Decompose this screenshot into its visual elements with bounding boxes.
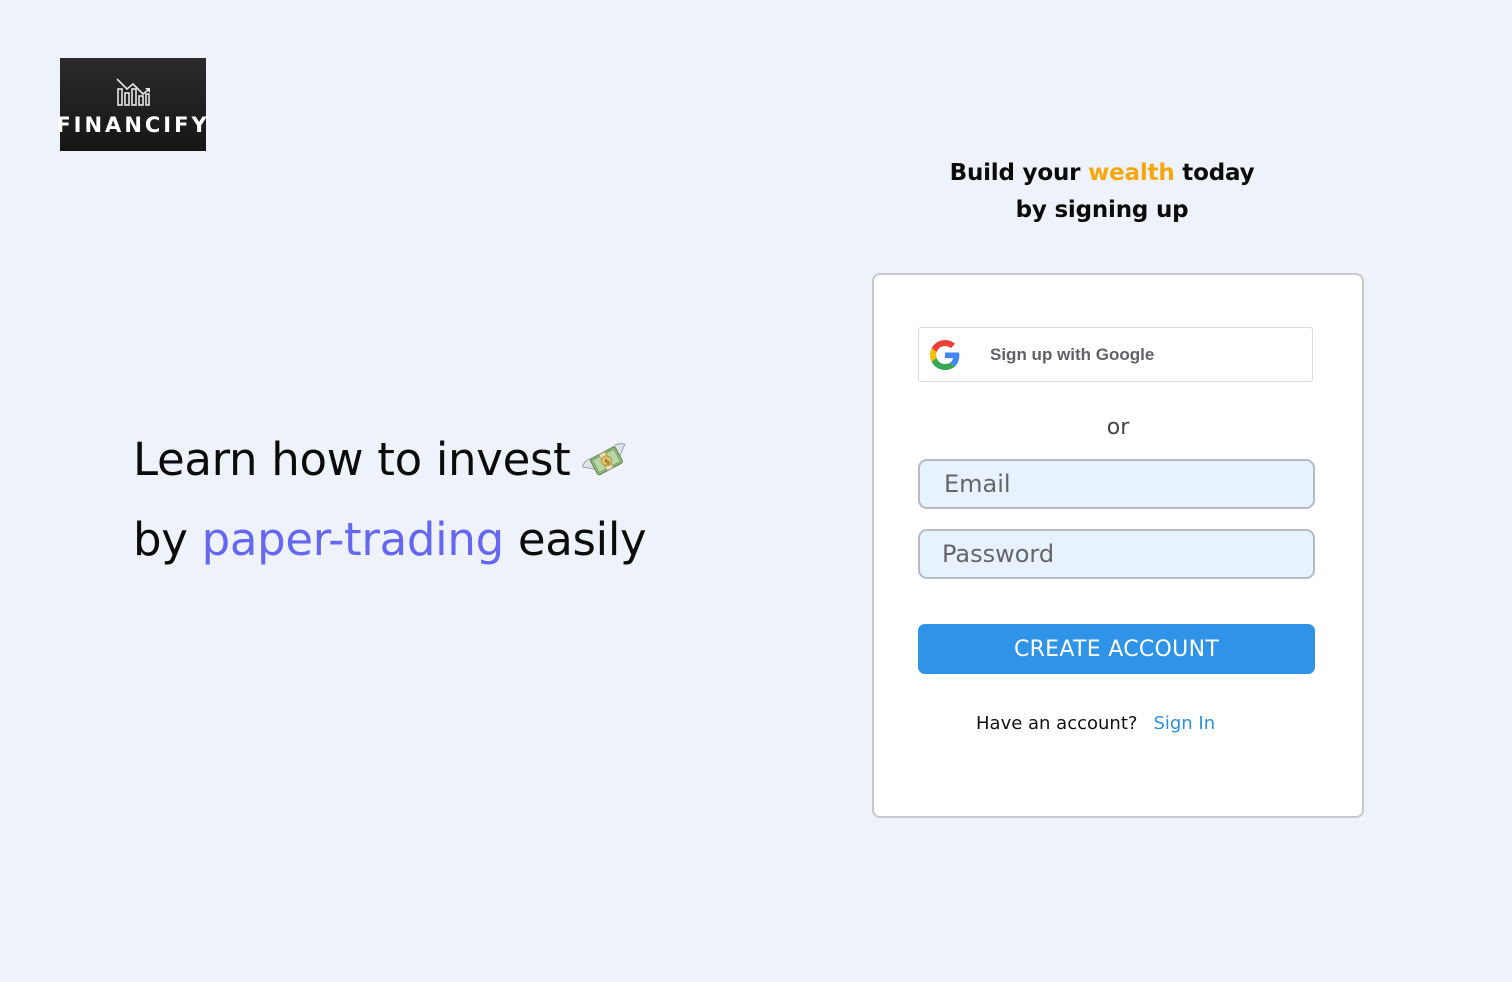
hero-accent-text: paper-trading (201, 513, 505, 566)
hero-line-1-text: Learn how to invest (133, 433, 571, 486)
signup-heading: Build your wealth today by signing up (900, 155, 1304, 229)
signup-heading-line-1: Build your wealth today (900, 155, 1304, 192)
financify-logo[interactable]: FINANCIFY (56, 58, 207, 151)
heading-prefix: Build your (949, 160, 1089, 186)
or-divider: or (1106, 415, 1130, 440)
email-input[interactable] (918, 459, 1315, 509)
chart-trend-icon (116, 78, 150, 106)
heading-suffix: today (1174, 160, 1255, 186)
hero-tagline: Learn how to invest $ by paper-trading e… (133, 424, 647, 576)
sign-in-link[interactable]: Sign In (1153, 713, 1215, 734)
hero-line-2: by paper-trading easily (133, 504, 647, 576)
hero-line-2-prefix: by (133, 513, 202, 566)
password-input[interactable] (918, 529, 1315, 579)
signin-prompt: Have an account? Sign In (976, 713, 1215, 734)
signup-page: FINANCIFY Learn how to invest $ by paper… (0, 0, 1512, 982)
heading-accent: wealth (1088, 160, 1175, 186)
google-signup-label: Sign up with Google (990, 344, 1155, 364)
money-with-wings-icon: $ (580, 432, 632, 504)
google-icon (930, 339, 960, 370)
signup-heading-line-2: by signing up (1015, 197, 1189, 223)
hero-line-1: Learn how to invest $ (133, 424, 646, 504)
have-account-text: Have an account? (976, 713, 1138, 734)
logo-text: FINANCIFY (56, 113, 210, 137)
create-account-button[interactable]: CREATE ACCOUNT (918, 624, 1315, 674)
hero-line-2-suffix: easily (503, 513, 647, 566)
signup-card: Sign up with Google or CREATE ACCOUNT Ha… (872, 273, 1364, 818)
google-signup-button[interactable]: Sign up with Google (918, 327, 1313, 382)
